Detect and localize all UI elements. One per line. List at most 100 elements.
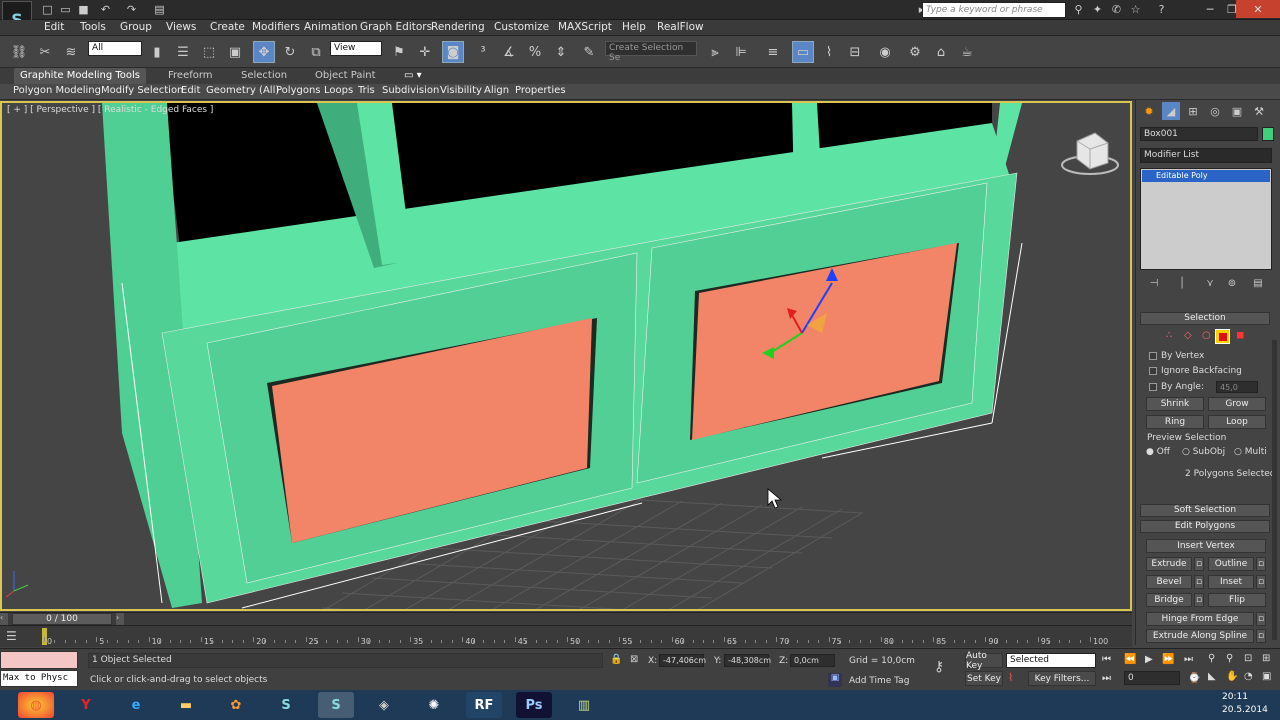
border-mode-icon[interactable]: ○ <box>1202 330 1214 342</box>
align-icon[interactable]: ⊫ <box>730 41 752 63</box>
menu-maxscript[interactable]: MAXScript <box>558 21 612 33</box>
pan-view-icon[interactable]: ✋ <box>1226 671 1238 682</box>
add-time-tag-button[interactable]: Add Time Tag <box>849 676 909 686</box>
make-unique-icon[interactable]: ⋎ <box>1202 275 1218 291</box>
maximize-viewport-icon[interactable]: ▣ <box>1262 671 1271 682</box>
extrude-button[interactable]: Extrude <box>1146 557 1192 571</box>
menu-realflow[interactable]: RealFlow <box>657 21 704 33</box>
create-tab-icon[interactable]: ✹ <box>1140 102 1158 120</box>
menu-create[interactable]: Create <box>210 21 245 33</box>
reference-coordinate-dropdown[interactable]: View <box>330 41 382 56</box>
field-of-view-icon[interactable]: ◣ <box>1208 671 1216 682</box>
curve-editor-icon[interactable]: ⌇ <box>818 41 840 63</box>
redo-icon[interactable]: ↷ <box>124 2 139 17</box>
zoom-extents-all-icon[interactable]: ⊞ <box>1262 653 1270 664</box>
ribbon-properties[interactable]: Properties <box>515 85 566 96</box>
loop-button[interactable]: Loop <box>1208 415 1266 429</box>
z-coordinate-field[interactable]: 0,0cm <box>790 654 835 667</box>
camtasia-icon[interactable]: ▥ <box>566 692 602 718</box>
set-keys-key-icon[interactable]: ⚷ <box>934 659 944 675</box>
edit-named-selection-icon[interactable]: ✎ <box>578 41 600 63</box>
edge-mode-icon[interactable]: ◇ <box>1184 330 1196 342</box>
outline-button[interactable]: Outline <box>1208 557 1254 571</box>
select-and-manipulate-icon[interactable]: ✛ <box>414 41 436 63</box>
by-angle-checkbox[interactable] <box>1149 383 1157 391</box>
time-slider-next-icon[interactable]: › <box>116 613 124 625</box>
x-coordinate-field[interactable]: -47,406cm <box>659 654 706 667</box>
key-tangent-icon[interactable]: ⌇ <box>1008 671 1024 686</box>
save-file-icon[interactable]: ■ <box>76 2 91 17</box>
time-slider[interactable]: ‹ 0 / 100 › <box>0 612 1132 625</box>
time-slider-prev-icon[interactable]: ‹ <box>0 613 8 625</box>
auto-key-button[interactable]: Auto Key <box>965 651 1003 671</box>
object-color-swatch[interactable] <box>1262 127 1274 141</box>
object-name-field[interactable]: Box001 <box>1140 127 1258 141</box>
next-frame-icon[interactable]: ⏩ <box>1162 654 1174 665</box>
menu-rendering[interactable]: Rendering <box>431 21 485 33</box>
link-icon[interactable]: ⛓ <box>8 41 30 63</box>
close-window-icon[interactable]: ✕ <box>1236 0 1280 18</box>
rectangular-selection-icon[interactable]: ⬚ <box>198 41 220 63</box>
menu-views[interactable]: Views <box>166 21 196 33</box>
graphite-toggle-icon[interactable]: ▭ <box>792 41 814 63</box>
pivot-center-icon[interactable]: ⚑ <box>388 41 410 63</box>
y-coordinate-field[interactable]: -48,308cm <box>724 654 771 667</box>
clock-time[interactable]: 20:11 <box>1222 692 1248 702</box>
absolute-mode-transform-icon[interactable]: ⊠ <box>630 654 638 665</box>
shrink-button[interactable]: Shrink <box>1146 397 1204 411</box>
menu-group[interactable]: Group <box>120 21 152 33</box>
layer-manager-icon[interactable]: ≡ <box>762 41 784 63</box>
rendered-frame-window-icon[interactable]: ⌂ <box>930 41 952 63</box>
track-bar[interactable]: ☰ 0 5 10 15 20 25 30 35 40 45 50 55 60 65 70 75 80 85 90 95… <box>0 625 1132 647</box>
search-binoculars-icon[interactable]: ⚲ <box>1071 2 1086 17</box>
viewport-label[interactable]: [ + ] [ Perspective ] [ Realistic - Edge… <box>7 105 213 115</box>
subscription-icon[interactable]: ✦ <box>1090 2 1105 17</box>
tab-selection[interactable]: Selection <box>235 68 293 84</box>
file-explorer-icon[interactable]: ▬ <box>168 692 204 718</box>
mini-curve-editor-icon[interactable]: ☰ <box>6 629 26 643</box>
percent-snap-icon[interactable]: % <box>524 41 546 63</box>
menu-edit[interactable]: Edit <box>44 21 64 33</box>
preview-multi-radio[interactable]: ○ Multi <box>1234 447 1267 457</box>
menu-tools[interactable]: Tools <box>80 21 106 33</box>
configure-modifier-sets-icon[interactable]: ▤ <box>1250 275 1266 291</box>
soft-selection-rollout-header[interactable]: Soft Selection <box>1140 504 1270 517</box>
go-to-start-icon[interactable]: ⏮ <box>1102 654 1111 665</box>
select-object-icon[interactable]: ▮ <box>146 41 168 63</box>
zoom-icon[interactable]: ⚲ <box>1208 653 1215 664</box>
orbit-icon[interactable]: ◔ <box>1244 671 1253 682</box>
menu-help[interactable]: Help <box>622 21 646 33</box>
bind-space-warp-icon[interactable]: ≋ <box>60 41 82 63</box>
internet-explorer-icon[interactable]: e <box>118 692 154 718</box>
extrude-settings-icon[interactable]: ▫ <box>1194 557 1204 571</box>
modifier-list-dropdown[interactable]: Modifier List <box>1140 148 1272 163</box>
hinge-from-edge-button[interactable]: Hinge From Edge <box>1146 612 1254 626</box>
keyboard-shortcut-override-icon[interactable]: ◙ <box>442 41 464 63</box>
schematic-view-icon[interactable]: ⊟ <box>844 41 866 63</box>
perspective-viewport[interactable]: [ + ] [ Perspective ] [ Realistic - Edge… <box>0 101 1132 611</box>
preview-subobj-radio[interactable]: ○ SubObj <box>1182 447 1225 457</box>
realflow-icon[interactable]: RF <box>466 692 502 718</box>
ribbon-geometry-all[interactable]: Geometry (All) <box>206 85 279 96</box>
undo-icon[interactable]: ↶ <box>98 2 113 17</box>
yandex-icon[interactable]: Y <box>68 692 104 718</box>
key-mode-toggle-icon[interactable]: ⏭ <box>1102 673 1111 684</box>
play-icon[interactable]: ▶ <box>1145 654 1153 665</box>
previous-frame-icon[interactable]: ⏪ <box>1124 654 1136 665</box>
inset-button[interactable]: Inset <box>1208 575 1254 589</box>
ribbon-loops[interactable]: Loops <box>324 85 353 96</box>
selection-filter-dropdown[interactable]: All <box>88 41 142 56</box>
scene-canvas[interactable] <box>2 103 1130 609</box>
edit-polygons-rollout-header[interactable]: Edit Polygons <box>1140 520 1270 533</box>
ribbon-align[interactable]: Align <box>484 85 509 96</box>
by-vertex-checkbox[interactable] <box>1149 352 1157 360</box>
selection-rollout-header[interactable]: Selection <box>1140 312 1270 325</box>
snaps-toggle-icon[interactable]: ³ <box>472 41 494 63</box>
select-and-move-icon[interactable]: ✥ <box>253 41 275 63</box>
3dsmax-alt-icon[interactable]: S <box>268 692 304 718</box>
chrome-icon[interactable]: ◍ <box>18 692 54 718</box>
show-end-result-icon[interactable]: │ <box>1174 275 1190 291</box>
display-tab-icon[interactable]: ▣ <box>1228 102 1246 120</box>
inset-settings-icon[interactable]: ▫ <box>1256 575 1266 589</box>
open-file-icon[interactable]: ▭ <box>58 2 73 17</box>
